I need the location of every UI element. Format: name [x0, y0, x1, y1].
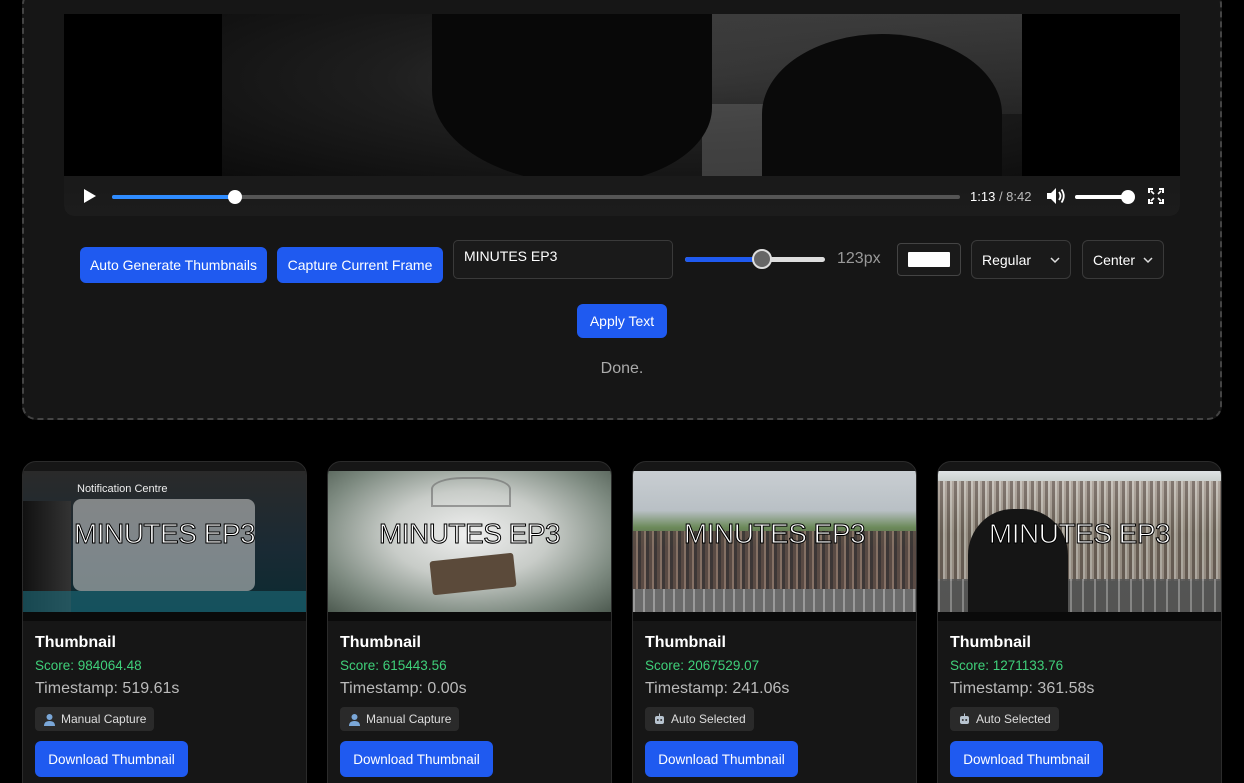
thumbnail-image[interactable]: MINUTES EP3 [633, 471, 916, 612]
auto-generate-thumbnails-button[interactable]: Auto Generate Thumbnails [80, 247, 267, 283]
thumbnail-card: Notification Centre MINUTES EP3 Thumbnai… [22, 461, 307, 783]
user-icon [349, 713, 360, 726]
card-score: Score: 984064.48 [35, 658, 142, 673]
text-color-swatch [908, 252, 950, 267]
source-badge-label: Manual Capture [366, 712, 452, 726]
thumbnail-card: MINUTES EP3 Thumbnail Score: 2067529.07 … [632, 461, 917, 783]
status-message: Done. [600, 360, 644, 377]
scene-barrier [633, 589, 916, 612]
card-title: Thumbnail [950, 634, 1031, 651]
font-size-slider-thumb[interactable] [752, 249, 772, 269]
thumbnail-overlay-text: MINUTES EP3 [73, 518, 256, 550]
download-thumbnail-button[interactable]: Download Thumbnail [35, 741, 188, 777]
total-time: 8:42 [1006, 189, 1032, 204]
thumbnail-bar [23, 612, 306, 621]
card-score: Score: 1271133.76 [950, 658, 1064, 673]
source-badge: Manual Capture [340, 707, 460, 731]
card-title: Thumbnail [35, 634, 116, 651]
font-size-slider-fill [685, 257, 762, 262]
source-badge: Auto Selected [950, 707, 1059, 731]
thumbnail-bar [328, 612, 611, 621]
text-color-picker[interactable] [897, 243, 961, 276]
capture-current-frame-button[interactable]: Capture Current Frame [277, 247, 443, 283]
download-thumbnail-button[interactable]: Download Thumbnail [950, 741, 1103, 777]
text-alignment-select[interactable]: Center [1082, 240, 1164, 279]
download-thumbnail-button[interactable]: Download Thumbnail [340, 741, 493, 777]
fullscreen-icon[interactable] [1148, 188, 1164, 204]
thumbnail-overlay-text: MINUTES EP3 [378, 518, 561, 550]
card-timestamp: Timestamp: 361.58s [950, 680, 1095, 697]
volume-icon[interactable] [1046, 187, 1066, 205]
thumbnail-overlay-text: MINUTES EP3 [988, 518, 1171, 550]
video-person [432, 14, 712, 176]
thumbnail-bar [633, 612, 916, 621]
play-icon[interactable] [83, 188, 97, 204]
overlay-text-input[interactable]: MINUTES EP3 [453, 240, 673, 279]
source-badge: Manual Capture [35, 707, 155, 731]
video-controls: 1:13 / 8:42 [64, 176, 1180, 216]
volume-slider-fill [1075, 195, 1129, 199]
card-score: Score: 2067529.07 [645, 658, 760, 673]
card-score: Score: 615443.56 [340, 658, 447, 673]
scene-logo-top [431, 477, 511, 507]
source-badge: Auto Selected [645, 707, 754, 731]
font-size-label: 123px [837, 250, 881, 267]
thumbnail-image[interactable]: Notification Centre MINUTES EP3 [23, 471, 306, 612]
card-timestamp: Timestamp: 0.00s [340, 680, 467, 697]
time-display: 1:13 / 8:42 [970, 189, 1032, 204]
current-time: 1:13 [970, 189, 996, 204]
font-weight-value: Regular [982, 251, 1032, 268]
robot-icon [960, 713, 969, 724]
thumbnail-card: MINUTES EP3 Thumbnail Score: 615443.56 T… [327, 461, 612, 783]
alignment-value: Center [1093, 251, 1136, 268]
scene-festival-logo [429, 552, 517, 596]
seek-bar-fill [112, 195, 235, 199]
font-weight-select[interactable]: Regular [971, 240, 1071, 279]
card-title: Thumbnail [645, 634, 726, 651]
volume-slider[interactable] [1075, 190, 1136, 204]
card-timestamp: Timestamp: 519.61s [35, 680, 180, 697]
chevron-down-icon [1143, 256, 1153, 263]
notification-centre-label: Notification Centre [77, 483, 168, 495]
card-timestamp: Timestamp: 241.06s [645, 680, 790, 697]
source-badge-label: Auto Selected [671, 712, 746, 726]
source-badge-label: Manual Capture [61, 712, 147, 726]
video-player[interactable]: 1:13 / 8:42 [64, 14, 1180, 216]
seek-bar-thumb[interactable] [227, 190, 242, 204]
scene-deck [23, 591, 306, 612]
seek-bar[interactable] [112, 190, 960, 204]
user-icon [44, 713, 55, 726]
thumbnail-bar [938, 612, 1221, 621]
thumbnail-card: MINUTES EP3 Thumbnail Score: 1271133.76 … [937, 461, 1222, 783]
font-size-slider[interactable] [685, 249, 825, 269]
chevron-down-icon [1050, 256, 1060, 263]
card-title: Thumbnail [340, 634, 421, 651]
video-frame[interactable] [222, 14, 1022, 176]
thumbnail-image[interactable]: MINUTES EP3 [328, 471, 611, 612]
thumbnail-image[interactable]: MINUTES EP3 [938, 471, 1221, 612]
volume-slider-thumb[interactable] [1121, 190, 1136, 204]
download-thumbnail-button[interactable]: Download Thumbnail [645, 741, 798, 777]
robot-icon [655, 713, 664, 724]
source-badge-label: Auto Selected [976, 712, 1051, 726]
apply-text-button[interactable]: Apply Text [577, 304, 667, 338]
thumbnail-overlay-text: MINUTES EP3 [683, 518, 866, 550]
